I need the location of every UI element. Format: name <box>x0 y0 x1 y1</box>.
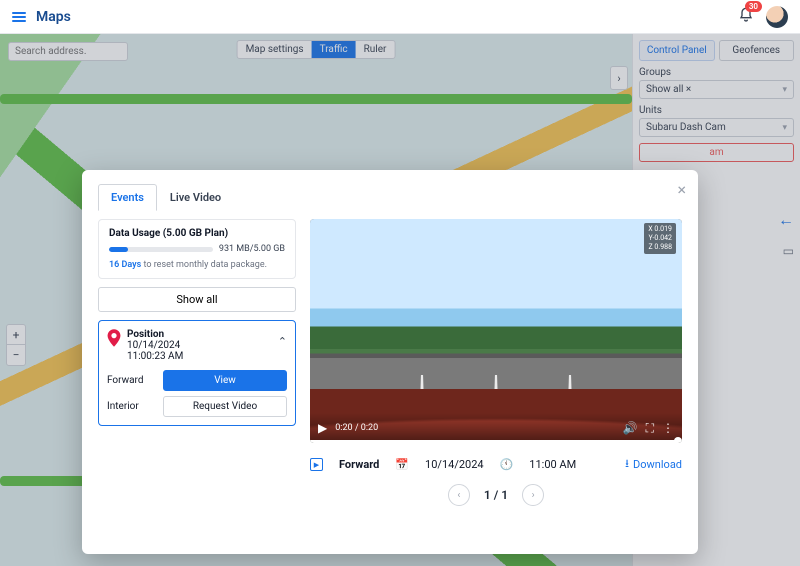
meta-time: 11:00 AM <box>529 458 576 471</box>
avatar[interactable] <box>766 6 788 28</box>
event-date: 10/14/2024 <box>127 340 180 351</box>
play-square-icon: ▶ <box>310 458 323 471</box>
calendar-icon: 📅 <box>395 458 409 471</box>
video-meta-row: ▶ Forward 📅 10/14/2024 🕚 11:00 AM ⭳ Down… <box>310 455 682 474</box>
data-usage-title: Data Usage (5.00 GB Plan) <box>109 228 285 239</box>
next-page-button[interactable]: › <box>522 484 544 506</box>
volume-icon[interactable]: 🔊 <box>623 421 638 435</box>
interior-label: Interior <box>107 401 155 412</box>
chevron-up-icon[interactable]: ⌃ <box>278 335 287 348</box>
meta-date: 10/14/2024 <box>425 458 484 471</box>
page-title: Maps <box>36 9 71 25</box>
page-indicator: 1 / 1 <box>484 488 508 502</box>
close-button[interactable]: × <box>677 180 686 199</box>
data-usage-bar <box>109 247 213 252</box>
clock-icon: 🕚 <box>500 458 514 471</box>
download-button[interactable]: ⭳ Download <box>625 455 682 474</box>
video-time: 0:20 / 0:20 <box>335 423 378 433</box>
more-icon[interactable]: ⋮ <box>662 421 674 435</box>
pager: ‹ 1 / 1 › <box>310 484 682 506</box>
view-button[interactable]: View <box>163 370 287 391</box>
event-video-modal: × Events Live Video Data Usage (5.00 GB … <box>82 170 698 554</box>
fullscreen-icon[interactable]: ⛶ <box>646 421 654 436</box>
video-progress[interactable] <box>310 440 682 443</box>
show-all-button[interactable]: Show all <box>98 287 296 312</box>
data-usage-card: Data Usage (5.00 GB Plan) 931 MB/5.00 GB… <box>98 219 296 279</box>
tab-live-video[interactable]: Live Video <box>157 184 234 211</box>
top-bar: Maps 30 <box>0 0 800 34</box>
modal-tabs: Events Live Video <box>98 184 682 211</box>
download-icon: ⭳ <box>625 455 629 474</box>
tab-events[interactable]: Events <box>98 184 157 211</box>
video-controls: ▶ 0:20 / 0:20 🔊 ⛶ ⋮ <box>310 413 682 443</box>
accelerometer-overlay: X 0.019 Y-0.042 Z 0.988 <box>644 223 676 254</box>
event-card: Position 10/14/2024 11:00:23 AM ⌃ Forwar… <box>98 320 296 426</box>
prev-page-button[interactable]: ‹ <box>448 484 470 506</box>
forward-label: Forward <box>107 375 155 386</box>
location-pin-icon <box>107 329 121 350</box>
data-usage-subtitle: to reset monthly data package. <box>141 260 267 270</box>
data-usage-amount: 931 MB/5.00 GB <box>219 244 285 254</box>
menu-icon[interactable] <box>12 12 26 22</box>
request-video-button[interactable]: Request Video <box>163 396 287 417</box>
event-time: 11:00:23 AM <box>127 351 183 362</box>
event-title: Position <box>127 329 164 340</box>
notification-badge: 30 <box>745 1 762 13</box>
camera-label: Forward <box>339 458 379 471</box>
data-usage-days: 16 Days <box>109 260 141 270</box>
play-button[interactable]: ▶ <box>318 421 327 435</box>
notification-bell[interactable]: 30 <box>738 7 754 27</box>
video-player[interactable]: X 0.019 Y-0.042 Z 0.988 ▶ 0:20 / 0:20 🔊 … <box>310 219 682 443</box>
